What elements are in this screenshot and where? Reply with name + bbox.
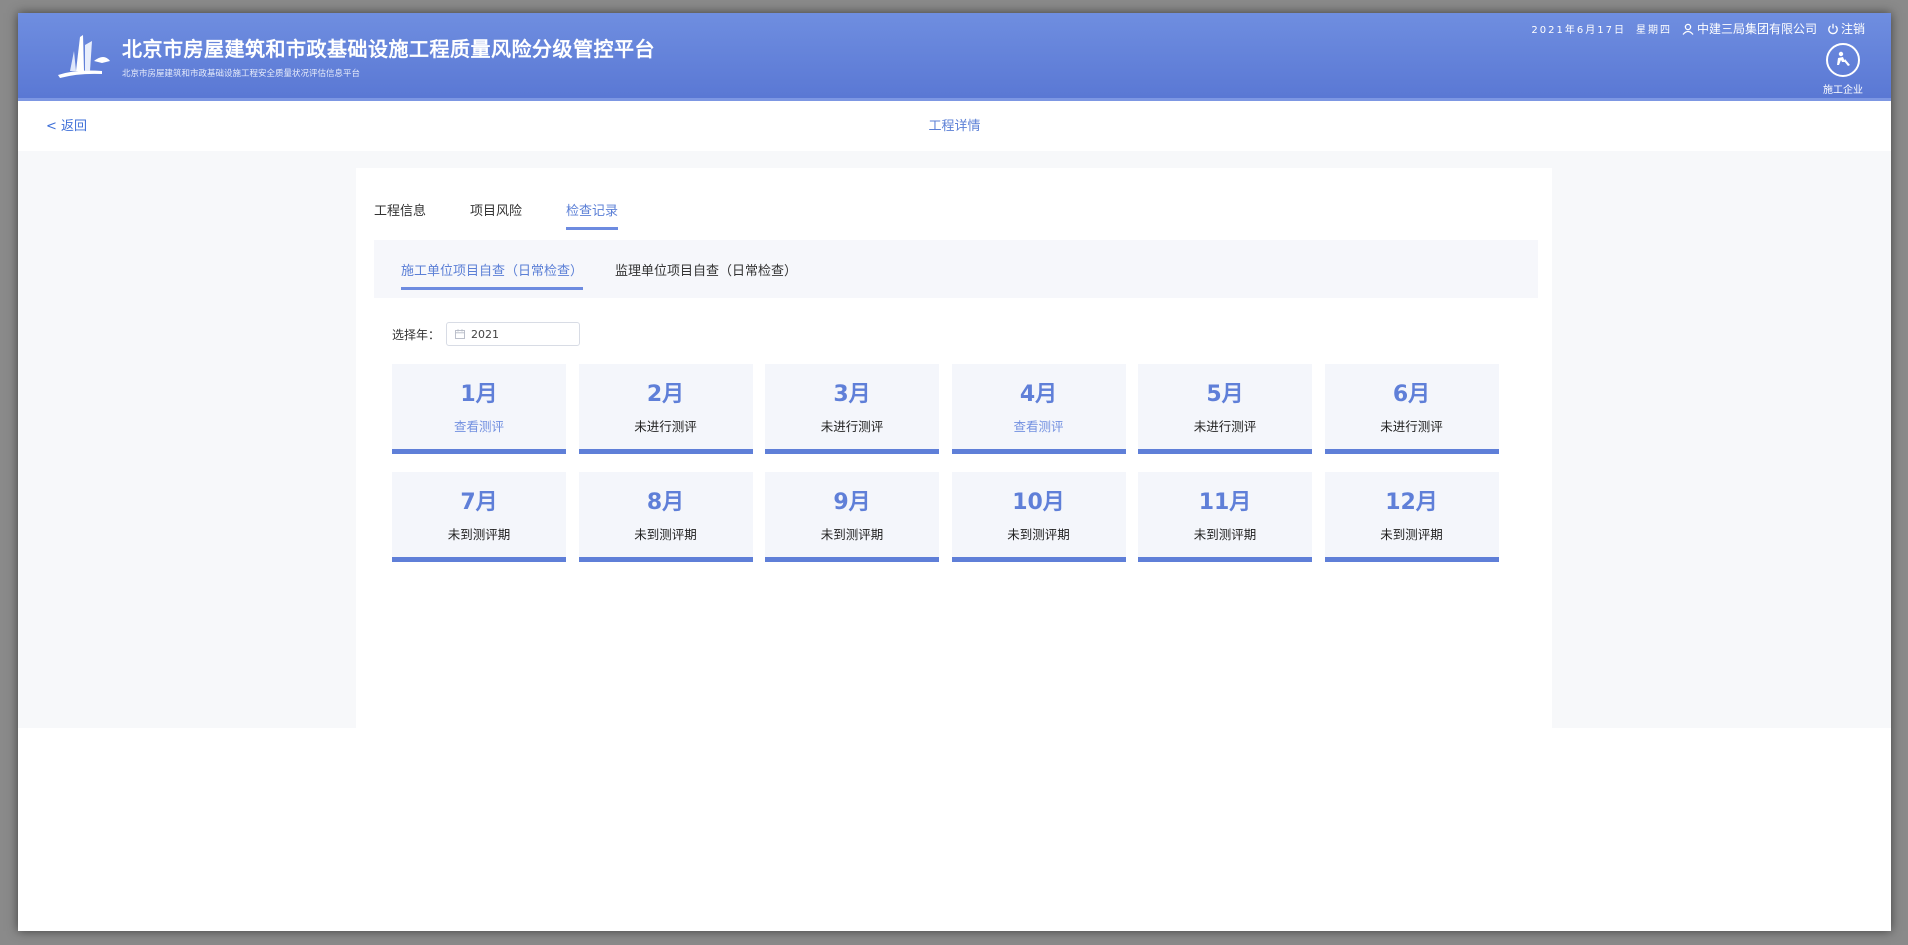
month-name: 5月: [1206, 382, 1244, 407]
month-card-7[interactable]: 7月未到测评期: [392, 472, 566, 562]
month-card-4[interactable]: 4月查看测评: [951, 364, 1126, 454]
month-status[interactable]: 查看测评: [392, 416, 566, 435]
calendar-icon: [455, 329, 465, 339]
top-info-bar: 2021年6月17日 星期四 中建三局集团有限公司 注销: [1531, 20, 1865, 37]
month-name: 7月: [460, 490, 498, 515]
year-value: 2021: [471, 327, 500, 341]
month-status: 未到测评期: [1380, 527, 1443, 542]
month-card-6[interactable]: 6月未进行测评: [1324, 364, 1499, 454]
detail-card: 工程信息 项目风险 检查记录 施工单位项目自查（日常检查） 监理单位项目自查（日…: [356, 168, 1552, 728]
logout-label: 注销: [1840, 22, 1865, 36]
month-status: 未进行测评: [820, 419, 884, 434]
year-selector-row: 选择年： 2021: [392, 322, 581, 346]
month-card-1[interactable]: 1月查看测评: [392, 364, 566, 454]
month-status: 未进行测评: [1193, 419, 1257, 434]
month-status: 未到测评期: [634, 527, 697, 542]
month-status: 未到测评期: [1007, 527, 1070, 542]
month-status: 未到测评期: [820, 527, 884, 542]
month-card-12[interactable]: 12月未到测评期: [1324, 472, 1499, 562]
platform-subtitle: 北京市房屋建筑和市政基础设施工程安全质量状况评估信息平台: [122, 69, 361, 79]
power-icon: [1828, 23, 1838, 34]
browser-window: 北京市房屋建筑和市政基础设施工程质量风险分级管控平台 北京市房屋建筑和市政基础设…: [18, 13, 1891, 931]
current-date: 2021年6月17日: [1531, 25, 1626, 36]
month-name: 12月: [1385, 490, 1438, 515]
month-status: 未进行测评: [1380, 419, 1443, 434]
tab-project-risk[interactable]: 项目风险: [470, 200, 522, 230]
month-name: 2月: [646, 382, 685, 407]
month-name: 4月: [1019, 382, 1058, 407]
subtab-supervision-self-check[interactable]: 监理单位项目自查（日常检查）: [615, 260, 797, 290]
month-card-9[interactable]: 9月未到测评期: [765, 472, 939, 562]
subtab-construction-self-check[interactable]: 施工单位项目自查（日常检查）: [401, 260, 584, 290]
logout-button[interactable]: 注销: [1827, 20, 1865, 37]
month-status: 未到测评期: [1193, 527, 1257, 542]
platform-logo-icon: [58, 35, 110, 78]
platform-title: 北京市房屋建筑和市政基础设施工程质量风险分级管控平台: [122, 37, 655, 61]
tab-project-info[interactable]: 工程信息: [374, 200, 426, 230]
role-badge[interactable]: 施工企业: [1821, 43, 1865, 96]
subtabs-panel: 施工单位项目自查（日常检查） 监理单位项目自查（日常检查）: [374, 240, 1538, 298]
month-status: 未进行测评: [634, 419, 697, 434]
month-name: 1月: [460, 382, 498, 407]
main-tabs: 工程信息 项目风险 检查记录: [374, 200, 662, 230]
construction-worker-icon: [1826, 43, 1860, 77]
month-card-5[interactable]: 5月未进行测评: [1138, 364, 1312, 454]
month-card-8[interactable]: 8月未到测评期: [578, 472, 753, 562]
month-card-11[interactable]: 11月未到测评期: [1138, 472, 1312, 562]
current-weekday: 星期四: [1635, 25, 1672, 36]
month-grid: 1月查看测评 2月未进行测评 3月未进行测评 4月查看测评 5月未进行测评 6月…: [392, 364, 1502, 562]
month-name: 9月: [833, 490, 871, 515]
month-name: 8月: [646, 490, 685, 515]
user-icon: [1682, 23, 1694, 35]
year-picker[interactable]: 2021: [446, 322, 581, 346]
month-status: 未到测评期: [447, 527, 511, 542]
page-title: 工程详情: [928, 119, 981, 134]
month-status[interactable]: 查看测评: [952, 416, 1126, 435]
app-header: 北京市房屋建筑和市政基础设施工程质量风险分级管控平台 北京市房屋建筑和市政基础设…: [18, 13, 1891, 101]
month-card-10[interactable]: 10月未到测评期: [951, 472, 1126, 562]
month-name: 3月: [833, 382, 871, 407]
company-name: 中建三局集团有限公司: [1696, 22, 1817, 36]
sub-tabs: 施工单位项目自查（日常检查） 监理单位项目自查（日常检查）: [401, 260, 829, 290]
tab-inspection-records[interactable]: 检查记录: [566, 200, 619, 230]
user-company[interactable]: 中建三局集团有限公司: [1682, 20, 1817, 37]
month-name: 6月: [1392, 382, 1431, 407]
sub-navigation-bar: < 返回 工程详情: [18, 101, 1891, 151]
month-name: 11月: [1198, 490, 1252, 515]
month-card-3[interactable]: 3月未进行测评: [765, 364, 939, 454]
month-card-2[interactable]: 2月未进行测评: [578, 364, 753, 454]
year-label: 选择年：: [392, 327, 441, 342]
role-label: 施工企业: [1823, 85, 1863, 96]
month-name: 10月: [1012, 490, 1065, 515]
